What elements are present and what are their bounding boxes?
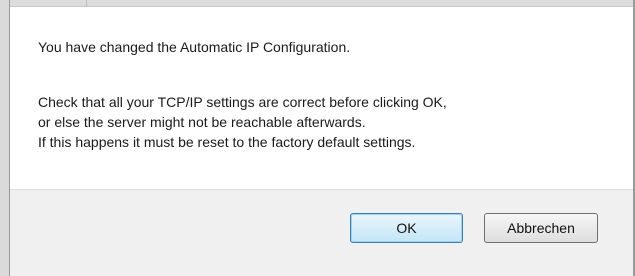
message-warning-line-1: Check that all your TCP/IP settings are … [38,94,447,110]
dialog-window: You have changed the Automatic IP Config… [0,0,635,276]
message-intro: You have changed the Automatic IP Config… [38,39,351,55]
frame-divider [86,0,87,7]
ok-button[interactable]: OK [350,213,463,243]
cancel-button[interactable]: Abbrechen [484,213,598,243]
message-warning-line-2: or else the server might not be reachabl… [38,114,366,130]
window-frame-left [0,0,10,276]
dialog-content: You have changed the Automatic IP Config… [10,7,633,189]
message-warning-line-3: If this happens it must be reset to the … [38,134,416,150]
window-frame-top [0,0,635,7]
